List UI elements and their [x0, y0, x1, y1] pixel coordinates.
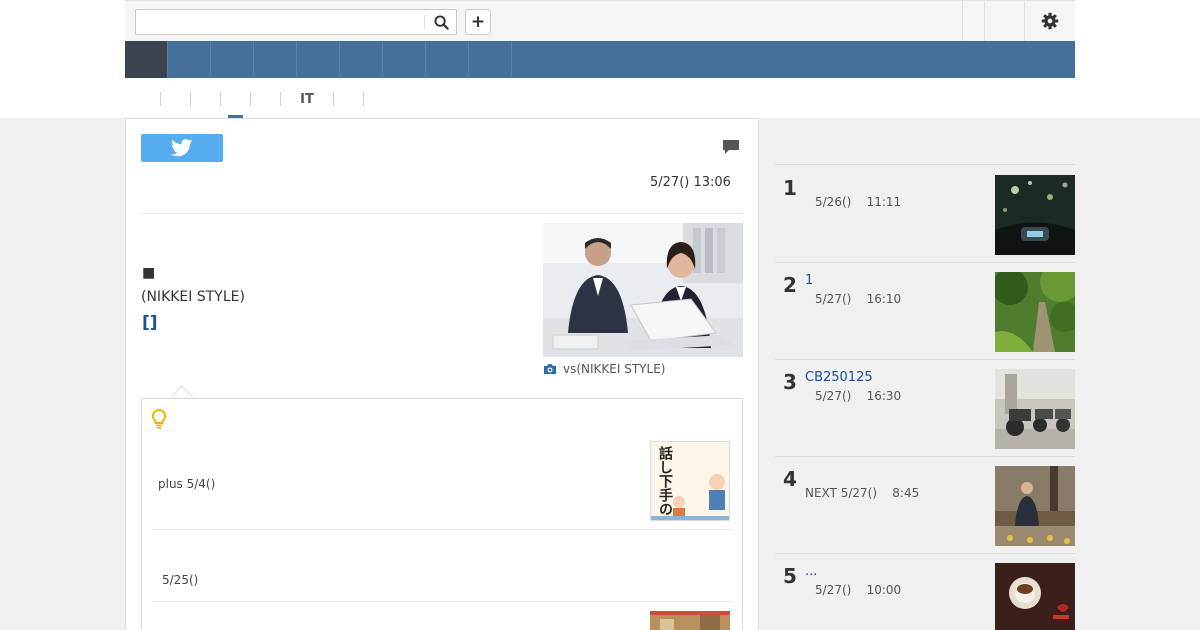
subnav-item-it[interactable]: IT [281, 88, 333, 110]
subnav-item-active[interactable] [191, 88, 220, 110]
subnav-item[interactable] [150, 88, 160, 110]
subnav-item[interactable] [334, 88, 363, 110]
rank-number: 5 [783, 564, 797, 588]
related-book-thumbnail[interactable]: 話し下手のための雑談力 [650, 441, 730, 521]
nav-item[interactable] [297, 41, 340, 78]
camera-icon [544, 364, 556, 374]
rank-date: 5/27() 10:00 [815, 583, 901, 597]
twitter-icon [171, 139, 193, 157]
nav-item[interactable] [383, 41, 426, 78]
ranking-item[interactable]: 2 1 5/27() 16:10 [775, 263, 1075, 360]
related-item[interactable]: 5/25() [162, 573, 198, 587]
rank-thumbnail[interactable] [995, 563, 1075, 630]
article-timestamp: 5/27() 13:06 [650, 175, 731, 190]
article-panel: 5/27() 13:06 ■ (NIKKEI STYLE) [] vs(NIKK… [125, 118, 759, 630]
related-item[interactable]: plus 5/4() [158, 477, 215, 491]
search-box [135, 9, 457, 35]
comment-icon[interactable] [722, 139, 740, 159]
article-source: (NIKKEI STYLE) [141, 289, 245, 305]
search-button[interactable] [428, 12, 454, 32]
ranking-header [775, 118, 1075, 165]
add-button[interactable]: + [465, 9, 491, 35]
rank-date: 5/27() 16:10 [815, 292, 901, 306]
ranking-item[interactable]: 4 NEXT 5/27() 8:45 [775, 457, 1075, 554]
rank-title[interactable]: CB250125 [805, 370, 873, 385]
divider [152, 529, 732, 530]
ranking-item[interactable]: 1 5/26() 11:11 [775, 166, 1075, 263]
divider [141, 213, 743, 214]
rank-thumbnail[interactable] [995, 466, 1075, 546]
rank-thumbnail[interactable] [995, 272, 1075, 352]
sub-navbar: IT [150, 88, 374, 110]
rank-number: 1 [783, 176, 797, 200]
divider [152, 601, 732, 602]
author-link[interactable]: [] [142, 313, 158, 333]
plus-icon: + [470, 12, 486, 32]
rank-date-text: 5/27() [815, 583, 852, 597]
search-divider [424, 15, 425, 29]
settings-button[interactable] [1025, 1, 1075, 41]
rank-number: 2 [783, 273, 797, 297]
rank-date: 5/26() 11:11 [815, 195, 901, 209]
subnav-item[interactable] [221, 88, 250, 110]
photo-caption-text: vs(NIKKEI STYLE) [563, 362, 666, 376]
lightbulb-icon [151, 408, 167, 433]
rank-time-text: 11:11 [866, 195, 902, 209]
rank-title[interactable]: ... [805, 564, 817, 579]
rank-date: NEXT 5/27() 8:45 [805, 486, 919, 500]
nav-item[interactable] [426, 41, 469, 78]
photo-caption: vs(NIKKEI STYLE) [543, 362, 665, 376]
rank-date-text: 5/26() [815, 195, 852, 209]
header-divider [962, 1, 963, 41]
main-navbar [125, 41, 1075, 78]
rank-thumbnail[interactable] [995, 175, 1075, 255]
subnav-item[interactable] [364, 88, 374, 110]
rank-time-text: 16:10 [866, 292, 902, 306]
subnav-item[interactable] [251, 88, 280, 110]
search-input[interactable] [138, 12, 424, 32]
rank-title[interactable]: 1 [805, 273, 813, 288]
rank-time-text: 8:45 [892, 486, 920, 500]
ranking-item[interactable]: 5 ... 5/27() 10:00 [775, 554, 1075, 630]
rank-date-text: NEXT 5/27() [805, 486, 878, 500]
rank-date-text: 5/27() [815, 292, 852, 306]
book-cover-title: 話し下手のための雑談力 [657, 445, 674, 521]
ranking-item[interactable]: 3 CB250125 5/27() 16:30 [775, 360, 1075, 457]
rank-date: 5/27() 16:30 [815, 389, 901, 403]
nav-item[interactable] [254, 41, 297, 78]
gear-icon [1041, 12, 1059, 30]
rank-date-text: 5/27() [815, 389, 852, 403]
subnav-item[interactable] [161, 88, 190, 110]
nav-item-home[interactable] [125, 41, 168, 78]
nav-item[interactable] [340, 41, 383, 78]
rank-thumbnail[interactable] [995, 369, 1075, 449]
nav-item[interactable] [469, 41, 512, 78]
nav-item[interactable] [211, 41, 254, 78]
twitter-share-button[interactable] [141, 134, 223, 162]
header-divider [984, 1, 985, 41]
site-header: + [125, 0, 1075, 41]
rank-time-text: 16:30 [866, 389, 902, 403]
rank-number: 3 [783, 370, 797, 394]
search-icon [433, 14, 449, 30]
related-thumbnail[interactable] [650, 611, 730, 630]
article-photo[interactable] [543, 223, 743, 357]
article-bullet: ■ [142, 265, 156, 281]
nav-item[interactable] [168, 41, 211, 78]
ranking-sidebar: 1 5/26() 11:11 2 1 5/27() 16:10 3 CB2501… [775, 118, 1075, 630]
related-articles-box: plus 5/4() 話し下手のための雑談力 5/25() [141, 398, 743, 630]
rank-time-text: 10:00 [866, 583, 902, 597]
rank-number: 4 [783, 467, 797, 491]
